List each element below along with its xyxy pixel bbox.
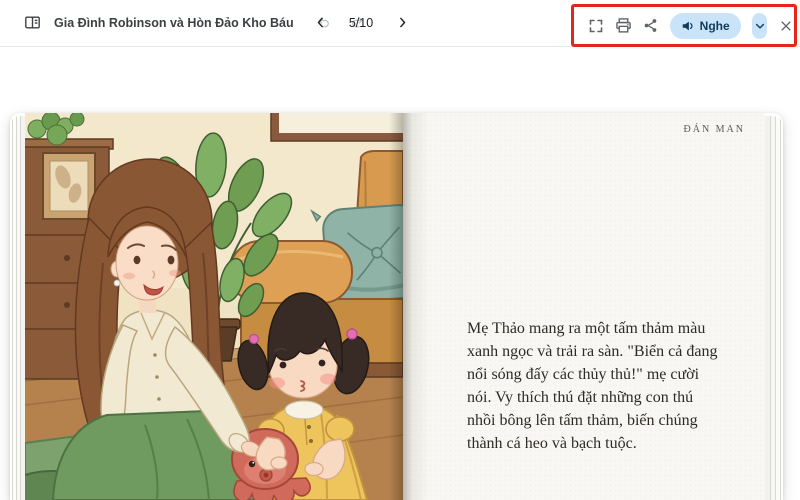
share-icon[interactable] [643, 14, 659, 38]
text-page[interactable]: ĐÁN MAN Mẹ Thảo mang ra một tấm thảm màu… [403, 113, 765, 500]
story-line: nhồi bông lên tấm thảm, biến chúng [467, 412, 698, 429]
print-icon[interactable] [615, 14, 632, 38]
listen-button[interactable]: Nghe [669, 12, 741, 39]
reader-app: Gia Đình Robinson và Hòn Đảo Kho Báu 5/1… [0, 0, 800, 500]
listen-options-button[interactable] [751, 12, 768, 39]
listen-label: Nghe [699, 18, 730, 33]
book-spread: ĐÁN MAN Mẹ Thảo mang ra một tấm thảm màu… [10, 113, 783, 500]
fullscreen-icon[interactable] [588, 14, 604, 38]
page-indicator: 5/10 [348, 15, 374, 30]
annotation-highlight-box: Nghe [571, 4, 797, 47]
left-page-stack-edge [10, 116, 25, 500]
illustration-page[interactable] [25, 113, 403, 500]
story-line: thành cá heo và bạch tuộc. [467, 435, 637, 452]
page-navigation: 5/10 [308, 0, 414, 45]
book-title: Gia Đình Robinson và Hòn Đảo Kho Báu [54, 15, 294, 30]
previous-page-icon[interactable] [308, 11, 332, 35]
right-page-stack-edge [765, 116, 783, 500]
open-book-icon [20, 11, 44, 35]
story-line: Mẹ Thảo mang ra một tấm thảm màu [467, 320, 706, 337]
story-line: nổi sóng đấy các thủy thủ!" mẹ cười [467, 366, 700, 383]
chevron-down-icon [755, 23, 764, 29]
storybook-illustration [25, 113, 403, 500]
story-paragraph: Mẹ Thảo mang ra một tấm thảm màu xanh ng… [467, 317, 717, 455]
page-header: ĐÁN MAN [683, 124, 745, 135]
story-line: xanh ngọc và trải ra sàn. "Biển cả đang [467, 343, 718, 360]
speaker-icon [681, 19, 695, 33]
story-line: nói. Vy thích thú đặt những con thú [467, 389, 694, 406]
toolbar: Gia Đình Robinson và Hòn Đảo Kho Báu 5/1… [0, 0, 800, 47]
close-icon[interactable] [778, 14, 794, 38]
next-page-icon[interactable] [390, 11, 414, 35]
